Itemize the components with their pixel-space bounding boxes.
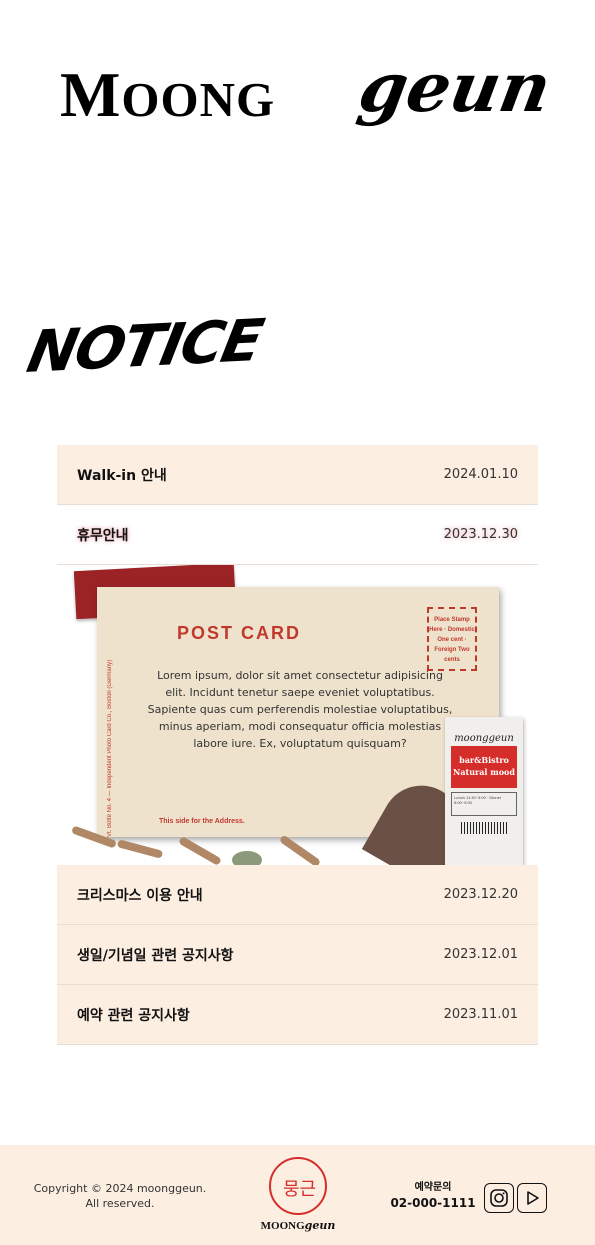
notice-row-expanded[interactable]: 휴무안내 2023.12.30 [57, 505, 538, 565]
copyright-line: Copyright © 2024 moonggeun. [33, 1182, 207, 1195]
notice-title: 크리스마스 이용 안내 [77, 887, 203, 904]
notice-row[interactable]: 예약 관련 공지사항 2023.11.01 [57, 985, 538, 1045]
notice-row[interactable]: 생일/기념일 관련 공지사항 2023.12.01 [57, 925, 538, 985]
ticket-line1: bar&Bistro [459, 755, 509, 765]
notice-row[interactable]: Walk-in 안내 2024.01.10 [57, 445, 538, 505]
notice-date: 2023.11.01 [443, 1007, 518, 1022]
logo-serif-text: MOONG [60, 59, 276, 130]
footer-logo-name: MOONGgeun [260, 1219, 336, 1232]
logo[interactable]: MOONG geun [0, 48, 595, 158]
notice-title: 예약 관련 공지사항 [77, 1007, 190, 1024]
youtube-icon[interactable] [517, 1183, 547, 1213]
notice-detail-text: Lorem ipsum, dolor sit amet consectetur … [147, 669, 453, 750]
notice-title: 생일/기념일 관련 공지사항 [77, 947, 234, 964]
notice-title: Walk-in 안내 [77, 467, 167, 484]
footer-logo-mark: 뭉근 [269, 1157, 327, 1215]
notice-date: 2023.12.20 [443, 887, 518, 902]
spoon-decoration [116, 839, 164, 859]
ticket-label: bar&Bistro Natural mood [451, 746, 517, 788]
footer-logo[interactable]: 뭉근 MOONGgeun [258, 1157, 338, 1232]
barcode-icon [461, 822, 507, 834]
copyright: Copyright © 2024 moonggeun. All reserved… [30, 1181, 210, 1211]
copyright-line: All reserved. [85, 1197, 155, 1210]
ticket-brand: moonggeun [454, 733, 514, 744]
spoon-decoration [178, 836, 222, 865]
leaf-decoration [232, 851, 262, 865]
notice-detail-panel: Vt. Botte No. 4 — Independent Photo Card… [57, 565, 538, 865]
postcard-address-note: This side for the Address. [159, 818, 245, 825]
notice-date: 2023.12.01 [443, 947, 518, 962]
ticket-line2: Natural mood [453, 767, 515, 777]
notice-row[interactable]: 크리스마스 이용 안내 2023.12.20 [57, 865, 538, 925]
contact-label: 예약문의 [414, 1182, 452, 1193]
notice-heading: NOTICE [21, 306, 268, 386]
notice-title: 휴무안내 [77, 527, 129, 544]
stamp-box: Place Stamp Here · Domestic One cent · F… [427, 607, 477, 671]
footer-logo-glyph: 뭉근 [283, 1179, 317, 1200]
notice-date: 2024.01.10 [443, 467, 518, 482]
contact-phone[interactable]: 02-000-1111 [390, 1196, 476, 1210]
postcard-heading: POST CARD [177, 623, 302, 643]
ticket-info: Lunch 11:30~3:00 · Dinner 5:00~9:00 [451, 792, 517, 816]
logo-script-text: geun [352, 48, 557, 128]
reservation-contact: 예약문의 02-000-1111 [390, 1178, 476, 1210]
instagram-icon[interactable] [484, 1183, 514, 1213]
postcard-side-text: Vt. Botte No. 4 — Independent Photo Card… [107, 659, 113, 837]
spoon-decoration [278, 834, 322, 865]
ticket-image: moonggeun bar&Bistro Natural mood Lunch … [445, 717, 523, 865]
footer: Copyright © 2024 moonggeun. All reserved… [0, 1145, 595, 1245]
notice-date: 2023.12.30 [443, 527, 518, 542]
notice-list: Walk-in 안내 2024.01.10 휴무안내 2023.12.30 Vt… [57, 445, 538, 1045]
